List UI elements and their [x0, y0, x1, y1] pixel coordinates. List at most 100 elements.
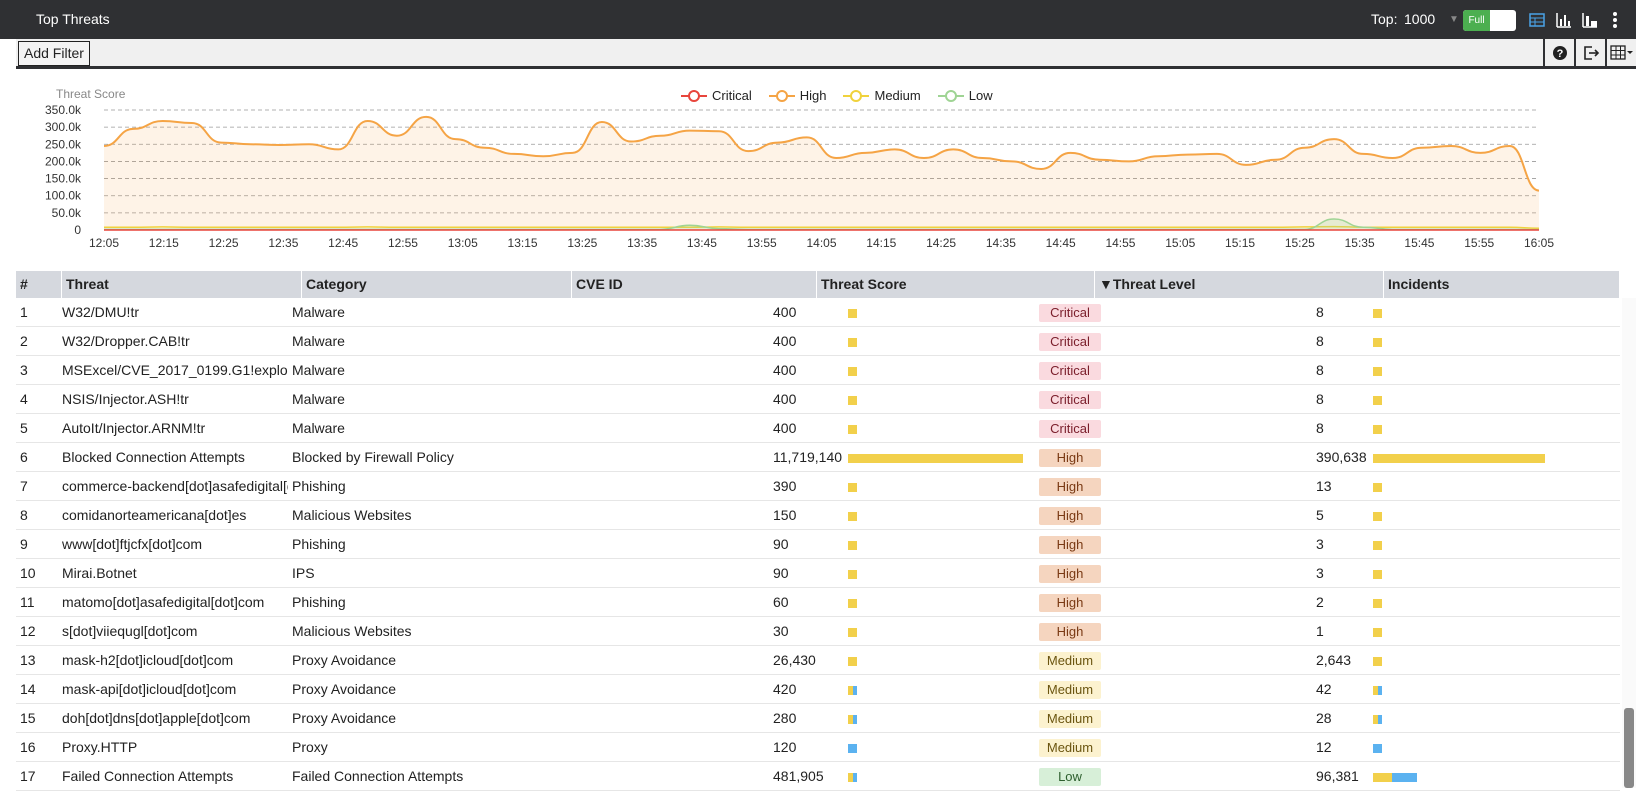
column-header-cve-id[interactable]: CVE ID — [572, 271, 817, 298]
threat-score-chart: Threat Score 350.0k 300.0k 250.0k 200.0k 150… — [16, 70, 1636, 270]
threat-score-bar — [848, 454, 1023, 463]
incidents-bar — [1392, 773, 1417, 782]
legend-item-critical[interactable]: Critical — [681, 88, 752, 103]
incidents-value: 8 — [1316, 362, 1324, 378]
threat-score-bar — [853, 686, 857, 695]
cve-id-cell — [538, 675, 768, 704]
threat-name-cell[interactable]: www[dot]ftjcfx[dot]com — [62, 530, 288, 559]
table-row[interactable]: 4 NSIS/Injector.ASH!tr Malware 400 Critical 8 — [16, 385, 1620, 414]
legend-item-high[interactable]: High — [768, 88, 826, 103]
table-row[interactable]: 13 mask-h2[dot]icloud[dot]com Proxy Avoida… — [16, 646, 1620, 675]
incidents-bar — [1378, 686, 1382, 695]
category-cell: Blocked by Firewall Policy — [292, 449, 454, 465]
cve-id-cell — [538, 443, 768, 472]
incidents-bar — [1373, 744, 1382, 753]
column-header-incidents[interactable]: Incidents — [1384, 271, 1620, 298]
table-row[interactable]: 2 W32/Dropper.CAB!tr Malware 400 Critical 8 — [16, 327, 1620, 356]
legend-item-medium[interactable]: Medium — [843, 88, 921, 103]
table-row[interactable]: 1 W32/DMU!tr Malware 400 Critical 8 — [16, 298, 1620, 327]
category-cell: Malware — [292, 420, 345, 436]
x-tick-label: 13:45 — [687, 236, 717, 250]
top-value-select[interactable]: 1000 — [1404, 11, 1435, 27]
table-row[interactable]: 5 AutoIt/Injector.ARNM!tr Malware 400 Critic… — [16, 414, 1620, 443]
row-number: 6 — [20, 449, 28, 465]
table-row[interactable]: 3 MSExcel/CVE_2017_0199.G1!exploit Malware… — [16, 356, 1620, 385]
add-filter-button[interactable]: Add Filter — [18, 41, 90, 66]
table-row[interactable]: 6 Blocked Connection Attempts Blocked by F… — [16, 443, 1620, 472]
bar-chart-icon[interactable] — [1555, 11, 1573, 29]
incidents-value: 390,638 — [1316, 449, 1367, 465]
x-tick-label: 12:45 — [328, 236, 358, 250]
column-header-number[interactable]: # — [16, 271, 62, 298]
threat-name-cell[interactable]: AutoIt/Injector.ARNM!tr — [62, 414, 288, 443]
threat-name-cell[interactable]: doh[dot]dns[dot]apple[dot]com — [62, 704, 288, 733]
column-header-threat[interactable]: Threat — [62, 271, 302, 298]
threat-name-cell[interactable]: W32/DMU!tr — [62, 298, 288, 327]
threat-score-value: 150 — [773, 507, 797, 523]
table-row[interactable]: 7 commerce-backend[dot]asafedigital[dot]c… — [16, 472, 1620, 501]
series-area-high — [104, 116, 1539, 230]
incidents-value: 8 — [1316, 304, 1324, 320]
x-tick-label: 12:25 — [209, 236, 239, 250]
table-row[interactable]: 16 Proxy.HTTP Proxy 120 Medium 12 — [16, 733, 1620, 762]
legend-item-low[interactable]: Low — [937, 88, 993, 103]
threat-score-value: 90 — [773, 536, 789, 552]
export-chart-icon[interactable] — [1581, 11, 1599, 29]
table-row[interactable]: 8 comidanorteamericana[dot]es Malicious We… — [16, 501, 1620, 530]
threat-name-cell[interactable]: NSIS/Injector.ASH!tr — [62, 385, 288, 414]
help-icon[interactable]: ? — [1543, 39, 1574, 67]
cve-id-cell — [538, 327, 768, 356]
threat-name-cell[interactable]: Proxy.HTTP — [62, 733, 288, 762]
chevron-down-icon[interactable]: ▼ — [1449, 14, 1459, 25]
threat-level-badge: High — [1039, 507, 1101, 525]
incidents-bar — [1373, 454, 1545, 463]
x-tick-label: 15:25 — [1285, 236, 1315, 250]
full-toggle[interactable]: Full — [1463, 10, 1516, 31]
table-row[interactable]: 12 s[dot]viiequgl[dot]com Malicious Websit… — [16, 617, 1620, 646]
cve-id-cell — [538, 472, 768, 501]
row-number: 2 — [20, 333, 28, 349]
vertical-scrollbar[interactable] — [1622, 298, 1636, 788]
threat-name-cell[interactable]: commerce-backend[dot]asafedigital[dot]co… — [62, 472, 288, 501]
y-tick-label: 250.0k — [45, 137, 82, 151]
row-number: 4 — [20, 391, 28, 407]
threat-level-badge: Critical — [1039, 391, 1101, 409]
table-row[interactable]: 17 Failed Connection Attempts Failed Conne… — [16, 762, 1620, 791]
legend-marker — [768, 89, 795, 102]
threat-name-cell[interactable]: Blocked Connection Attempts — [62, 443, 288, 472]
x-tick-label: 12:55 — [388, 236, 418, 250]
incidents-value: 3 — [1316, 565, 1324, 581]
table-row[interactable]: 11 matomo[dot]asafedigital[dot]com Phishin… — [16, 588, 1620, 617]
threat-score-value: 400 — [773, 333, 797, 349]
more-menu-icon[interactable] — [1606, 11, 1624, 29]
x-tick-label: 16:05 — [1524, 236, 1554, 250]
threat-name-cell[interactable]: s[dot]viiequgl[dot]com — [62, 617, 288, 646]
threat-name-cell[interactable]: MSExcel/CVE_2017_0199.G1!exploit — [62, 356, 288, 385]
threat-level-badge: High — [1039, 623, 1101, 641]
column-settings-icon[interactable] — [1605, 39, 1636, 67]
table-row[interactable]: 14 mask-api[dot]icloud[dot]com Proxy Avoid… — [16, 675, 1620, 704]
x-tick-label: 13:35 — [627, 236, 657, 250]
threat-name-cell[interactable]: W32/Dropper.CAB!tr — [62, 327, 288, 356]
threat-name-cell[interactable]: Failed Connection Attempts — [62, 762, 288, 791]
threat-score-value: 420 — [773, 681, 797, 697]
threat-name-cell[interactable]: matomo[dot]asafedigital[dot]com — [62, 588, 288, 617]
threat-name-cell[interactable]: mask-h2[dot]icloud[dot]com — [62, 646, 288, 675]
scrollbar-thumb[interactable] — [1624, 708, 1634, 788]
table-row[interactable]: 15 doh[dot]dns[dot]apple[dot]com Proxy Avo… — [16, 704, 1620, 733]
x-tick-label: 14:55 — [1105, 236, 1135, 250]
threat-name-cell[interactable]: mask-api[dot]icloud[dot]com — [62, 675, 288, 704]
incidents-value: 96,381 — [1316, 768, 1359, 784]
table-row[interactable]: 10 Mirai.Botnet IPS 90 High 3 — [16, 559, 1620, 588]
table-view-icon[interactable] — [1528, 11, 1546, 29]
toggle-label: Full — [1463, 10, 1490, 31]
legend-label: Critical — [712, 88, 752, 103]
column-header-threat-score[interactable]: Threat Score — [817, 271, 1095, 298]
threat-name-cell[interactable]: Mirai.Botnet — [62, 559, 288, 588]
threat-name-cell[interactable]: comidanorteamericana[dot]es — [62, 501, 288, 530]
column-header-category[interactable]: Category — [302, 271, 572, 298]
table-row[interactable]: 9 www[dot]ftjcfx[dot]com Phishing 90 High 3 — [16, 530, 1620, 559]
legend-marker — [937, 89, 964, 102]
column-header-threat-level[interactable]: ▼Threat Level — [1095, 271, 1384, 298]
export-icon[interactable] — [1574, 39, 1605, 67]
